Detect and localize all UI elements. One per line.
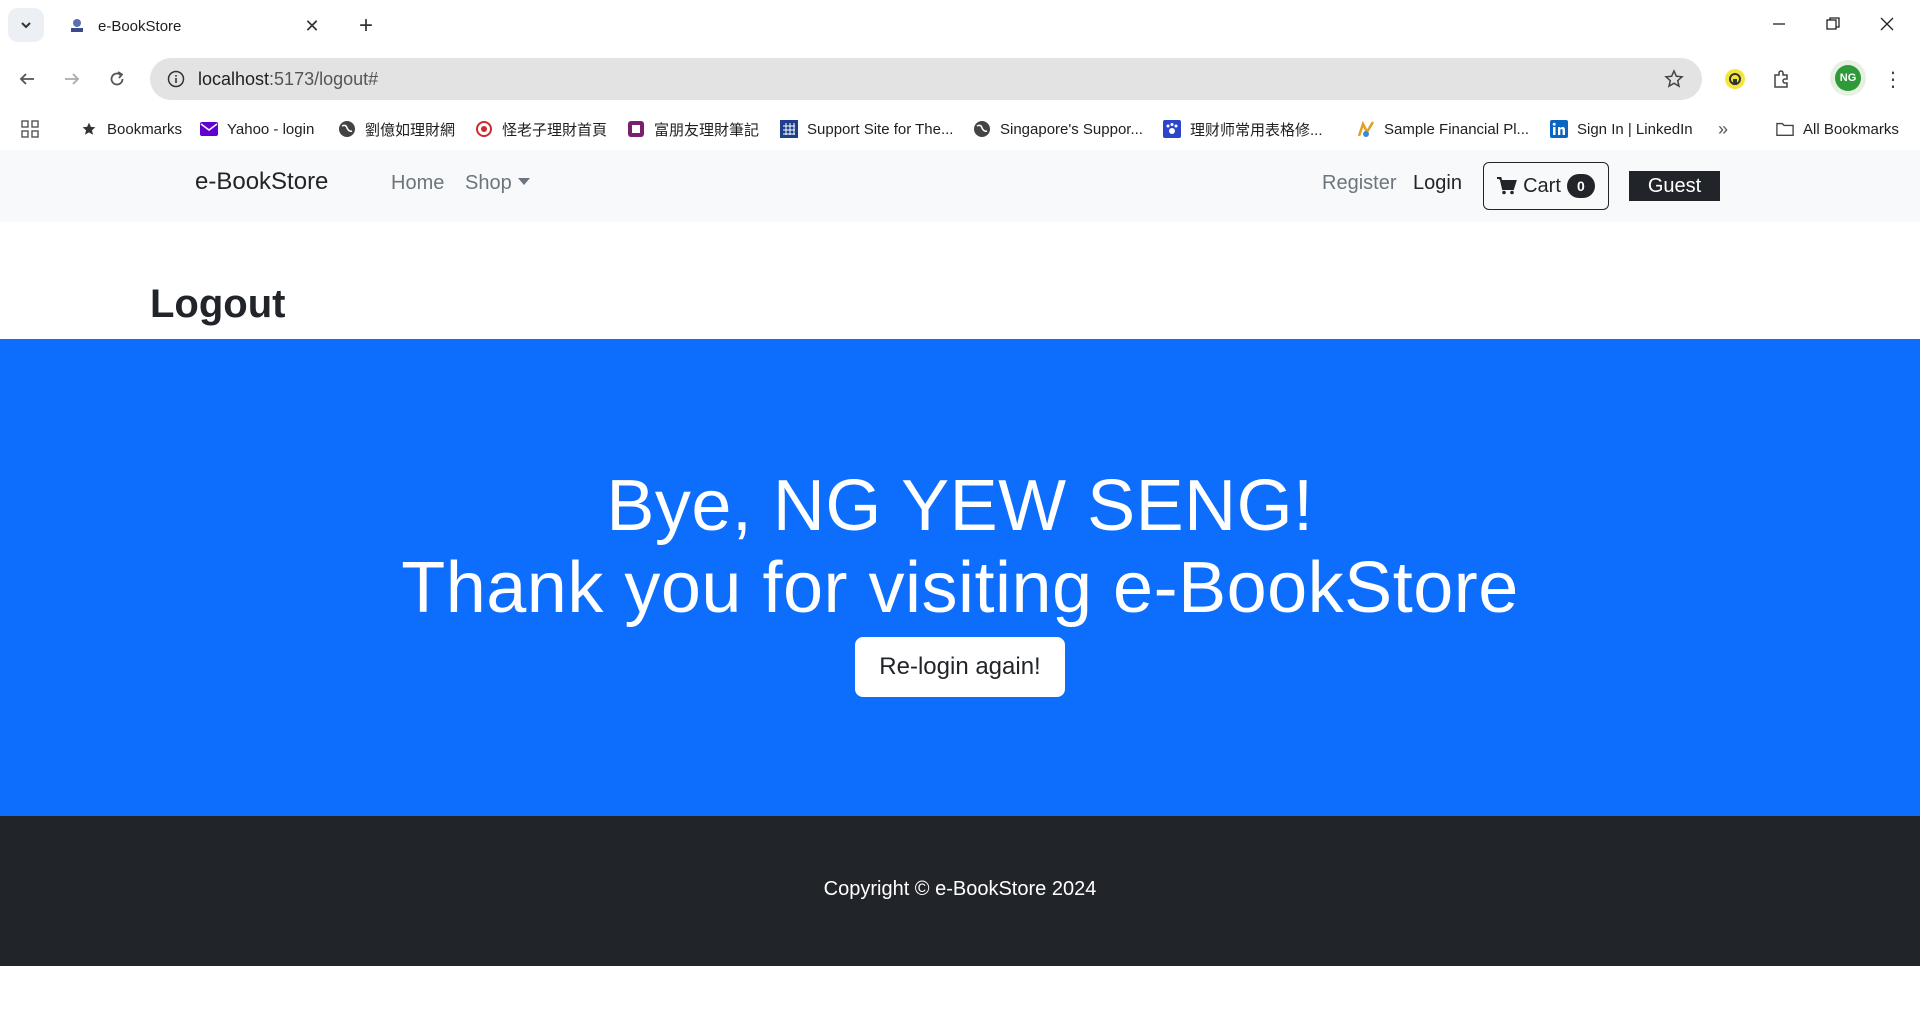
bookstore-favicon-icon [66,15,88,37]
profile-initials: NG [1835,65,1861,91]
logo-icon [1357,120,1375,138]
nav-shop-dropdown[interactable]: Shop [465,172,530,195]
globe-icon [973,120,991,138]
browser-menu-icon[interactable]: ⋮ [1876,62,1910,96]
tab-search-button[interactable] [8,8,44,42]
url-path: :5173/logout# [269,68,379,89]
logo-icon [475,120,493,138]
url-text[interactable]: localhost:5173/logout# [198,69,1656,90]
folder-icon [1776,120,1794,138]
bookmark-item[interactable]: Bookmarks [80,114,182,144]
nav-shop-label: Shop [465,172,512,194]
relogin-button[interactable]: Re-login again! [855,637,1065,697]
nav-register-link[interactable]: Register [1322,172,1396,195]
bookmark-label: Sign In | LinkedIn [1577,120,1693,138]
browser-toolbar: localhost:5173/logout# NG ⋮ [0,50,1920,108]
caret-down-icon [517,178,530,186]
site-navbar: e-BookStore Home Shop Register Login Car… [0,150,1920,222]
site-footer: Copyright © e-BookStore 2024 [0,816,1920,966]
bookmark-label: 怪老子理財首頁 [502,121,608,139]
bookmark-item[interactable]: 理财师常用表格修... [1163,114,1323,144]
bookmark-label: 劉億如理財網 [365,121,456,139]
site-info-icon[interactable] [158,61,194,97]
globe-icon [338,120,356,138]
new-tab-button[interactable]: + [350,10,382,42]
copyright-text: Copyright © e-BookStore 2024 [823,878,1097,900]
bookmark-label: Sample Financial Pl... [1384,120,1530,138]
minimize-icon[interactable] [1756,6,1802,42]
tab-strip: e-BookStore ✕ + [0,0,1920,50]
reload-icon[interactable] [100,62,134,96]
grid-logo-icon [780,120,798,138]
url-host: localhost [198,68,270,89]
thank-you-heading: Thank you for visiting e-BookStore [401,548,1519,628]
more-bookmarks-icon[interactable]: » [1718,114,1728,144]
linkedin-icon [1550,120,1568,138]
brand-link[interactable]: e-BookStore [195,168,328,196]
restore-icon[interactable] [1810,6,1856,42]
chevron-down-icon [21,22,31,29]
forward-arrow-icon[interactable] [55,62,89,96]
cart-count-badge: 0 [1566,174,1595,198]
farewell-heading: Bye, NG YEW SENG! [606,466,1314,546]
close-tab-icon[interactable]: ✕ [298,12,326,40]
cart-label: Cart [1523,174,1561,197]
browser-tab[interactable]: e-BookStore ✕ [56,6,336,46]
bookmark-label: Bookmarks [107,120,183,138]
tab-title: e-BookStore [98,17,182,35]
bookmark-label: Yahoo - login [227,120,315,138]
back-arrow-icon[interactable] [10,62,44,96]
bookmark-label: 理财师常用表格修... [1190,121,1323,139]
bookmark-label: Singapore's Suppor... [1000,120,1143,138]
bookmark-item[interactable]: Sample Financial Pl... [1357,114,1529,144]
bookmark-item[interactable]: Yahoo - login [200,114,314,144]
all-bookmarks-folder[interactable]: All Bookmarks [1776,114,1899,144]
extension-icon[interactable] [1718,62,1752,96]
bookmark-item[interactable]: 劉億如理財網 [338,114,455,144]
bookmark-item[interactable]: Singapore's Suppor... [973,114,1143,144]
apps-grid-icon[interactable] [20,114,40,144]
cart-button[interactable]: Cart 0 [1483,162,1609,210]
extensions-puzzle-icon[interactable] [1764,62,1798,96]
logout-hero-banner: Bye, NG YEW SENG! Thank you for visiting… [0,339,1920,816]
yahoo-mail-icon [200,120,218,138]
star-icon [80,120,98,138]
bookmark-item[interactable]: 怪老子理財首頁 [475,114,607,144]
cart-icon [1497,177,1517,195]
bookmark-item[interactable]: 富朋友理財筆記 [627,114,759,144]
guest-user-button[interactable]: Guest [1629,171,1720,201]
bookmark-item[interactable]: Sign In | LinkedIn [1550,114,1693,144]
profile-avatar[interactable]: NG [1830,60,1866,96]
page-title: Logout [150,282,286,326]
bookmark-label: Support Site for The... [807,120,954,138]
close-window-icon[interactable] [1864,6,1910,42]
all-bookmarks-label: All Bookmarks [1803,120,1899,138]
bookmark-label: 富朋友理財筆記 [654,121,760,139]
nav-home-link[interactable]: Home [391,172,444,195]
nav-login-link[interactable]: Login [1413,172,1462,195]
bookmarks-bar: Bookmarks Yahoo - login 劉億如理財網 怪老子理財首頁 富… [0,108,1920,150]
bookmark-star-icon[interactable] [1656,61,1692,97]
paw-icon [1163,120,1181,138]
logo-icon [627,120,645,138]
bookmark-item[interactable]: Support Site for The... [780,114,953,144]
address-bar[interactable]: localhost:5173/logout# [150,58,1702,100]
